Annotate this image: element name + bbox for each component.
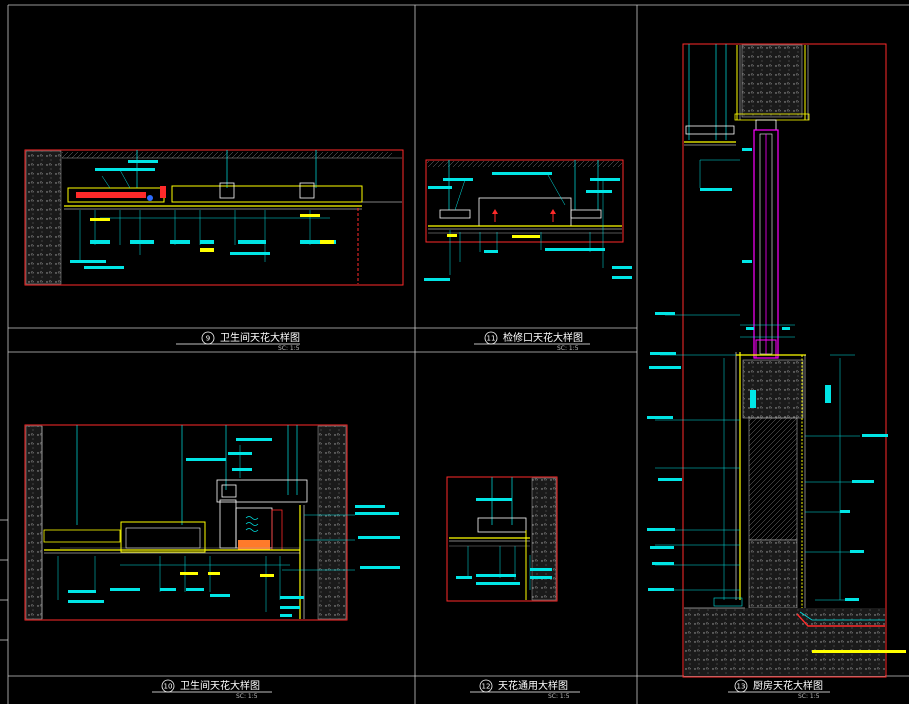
detail-11-scale: SC: 1:5 [557, 345, 579, 352]
detail-10-title: 10 卫生间天花大样图 SC: 1:5 [152, 679, 272, 700]
cad-drawing-sheet: 9 卫生间天花大样图 SC: 1:5 11 检修口天花大样图 SC: 1:5 1… [0, 4, 909, 704]
detail-11-number: 11 [487, 335, 496, 343]
detail-12-scale: SC: 1:5 [548, 693, 570, 700]
detail-11-drawing [424, 159, 632, 281]
detail-10-drawing [24, 424, 400, 621]
detail-12-number: 12 [482, 683, 491, 691]
detail-12-title: 12 天花通用大样图 SC: 1:5 [470, 679, 580, 700]
detail-9-title: 9 卫生间天花大样图 SC: 1:5 [176, 331, 300, 352]
detail-9-scale: SC: 1:5 [278, 345, 300, 352]
detail-13-drawing [647, 43, 906, 678]
detail-12-drawing [446, 476, 558, 602]
detail-10-number: 10 [164, 683, 173, 691]
detail-13-number: 13 [737, 683, 746, 691]
detail-9-number: 9 [206, 335, 210, 343]
detail-13-title-text: 厨房天花大样图 [753, 679, 823, 692]
detail-12-title-text: 天花通用大样图 [498, 679, 568, 692]
detail-10-scale: SC: 1:5 [236, 693, 258, 700]
detail-13-scale: SC: 1:5 [798, 693, 820, 700]
detail-9-title-text: 卫生间天花大样图 [220, 331, 300, 344]
detail-9-drawing [24, 149, 404, 286]
detail-11-title-text: 检修口天花大样图 [503, 331, 583, 344]
detail-13-title: 13 厨房天花大样图 SC: 1:5 [728, 679, 830, 700]
detail-10-title-text: 卫生间天花大样图 [180, 679, 260, 692]
detail-11-title: 11 检修口天花大样图 SC: 1:5 [474, 331, 590, 352]
